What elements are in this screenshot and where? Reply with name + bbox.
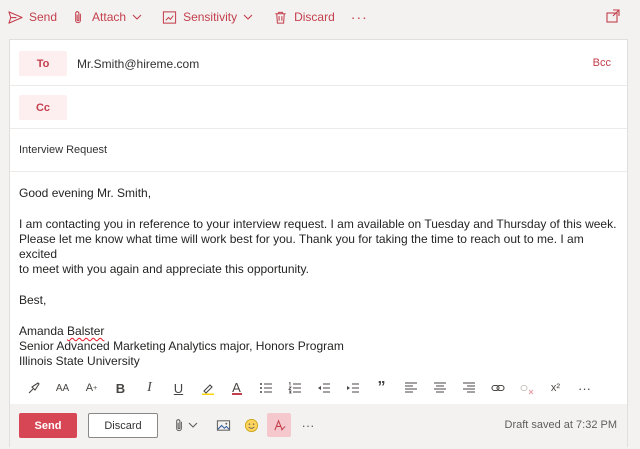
subject-field[interactable]: Interview Request — [19, 144, 107, 156]
font-size-icon: AA — [55, 382, 70, 394]
align-left-button[interactable] — [396, 374, 425, 402]
format-painter-icon — [28, 382, 40, 394]
discard-toolbar-button[interactable]: Discard — [273, 0, 335, 34]
format-text-icon — [273, 418, 285, 431]
send-icon — [8, 10, 23, 24]
to-button[interactable]: To — [19, 51, 67, 76]
bottom-action-bar: Send Discard ··· Draft saved at 7:32 PM — [10, 404, 627, 447]
font-color-icon: A — [232, 379, 241, 395]
bcc-button[interactable]: Bcc — [593, 57, 611, 69]
more-actions-button[interactable]: ··· — [299, 416, 317, 434]
underline-button[interactable]: U — [164, 374, 193, 402]
cc-row: Cc — [10, 86, 627, 129]
quote-button[interactable]: ” — [367, 374, 396, 402]
emoji-button[interactable] — [242, 416, 260, 434]
grow-font-button[interactable]: A + — [77, 374, 106, 402]
compose-card: To Mr.Smith@hireme.com Bcc Cc Interview … — [9, 39, 628, 447]
emoji-icon — [244, 418, 258, 432]
sensitivity-icon — [162, 10, 177, 24]
format-more-icon: ··· — [578, 380, 591, 396]
compose-toolbar: Send Attach Sensitivity Discard ··· — [0, 0, 640, 34]
align-center-icon — [433, 382, 446, 393]
bold-label: B — [115, 380, 126, 396]
body-greeting: Good evening Mr. Smith, — [19, 186, 152, 200]
font-color-button[interactable]: A — [222, 374, 251, 402]
chevron-down-icon — [132, 14, 142, 20]
body-line-2: Please let me know what time will work b… — [19, 232, 584, 261]
format-painter-button[interactable] — [19, 374, 48, 402]
chevron-down-icon — [188, 422, 198, 428]
body-closing: Best, — [19, 293, 47, 307]
to-row: To Mr.Smith@hireme.com Bcc — [10, 40, 627, 86]
format-toolbar: AA A + B I U A ” x² ··· — [19, 374, 609, 402]
more-options-button[interactable]: ··· — [351, 9, 368, 25]
grow-font-icon: A — [85, 382, 94, 394]
format-more-button[interactable]: ··· — [570, 374, 599, 402]
attach-file-button[interactable] — [170, 416, 188, 434]
decrease-indent-button[interactable] — [309, 374, 338, 402]
picture-icon — [216, 419, 230, 431]
numbering-button[interactable] — [280, 374, 309, 402]
discard-button[interactable]: Discard — [88, 413, 158, 438]
highlighter-icon — [201, 384, 214, 395]
bullet-list-icon — [259, 383, 272, 393]
format-text-button[interactable] — [267, 413, 291, 437]
align-right-icon — [462, 382, 475, 393]
subject-row[interactable]: Interview Request — [10, 129, 627, 172]
italic-label: I — [147, 380, 152, 395]
font-size-button[interactable]: AA — [48, 374, 77, 402]
signature-first-name: Amanda — [19, 324, 68, 338]
signature-title: Senior Advanced Marketing Analytics majo… — [19, 339, 344, 353]
sensitivity-label: Sensitivity — [183, 10, 238, 24]
popout-icon[interactable] — [606, 9, 620, 23]
signature-name: Amanda Balster — [19, 324, 619, 339]
insert-link-button[interactable] — [483, 374, 512, 402]
body-line-1: I am contacting you in reference to your… — [19, 217, 617, 231]
align-center-button[interactable] — [425, 374, 454, 402]
increase-indent-icon — [346, 383, 359, 393]
body-line-3: to meet with you again and appreciate th… — [19, 262, 309, 276]
send-toolbar-button[interactable]: Send — [8, 0, 57, 34]
sensitivity-button[interactable]: Sensitivity — [162, 0, 259, 34]
unlink-icon — [519, 384, 533, 395]
align-left-icon — [404, 382, 417, 393]
paperclip-icon — [175, 418, 182, 431]
bold-button[interactable]: B — [106, 374, 135, 402]
underline-label: U — [173, 380, 184, 396]
discard-toolbar-label: Discard — [294, 10, 335, 24]
italic-button[interactable]: I — [135, 374, 164, 402]
bullets-button[interactable] — [251, 374, 280, 402]
chevron-down-icon — [243, 14, 253, 20]
attach-button[interactable]: Attach — [71, 0, 148, 34]
to-recipient[interactable]: Mr.Smith@hireme.com — [77, 57, 199, 71]
send-toolbar-label: Send — [29, 10, 58, 24]
remove-link-button — [512, 374, 541, 402]
decrease-indent-icon — [317, 383, 330, 393]
superscript-icon: x² — [550, 382, 561, 394]
highlight-button[interactable] — [193, 374, 222, 402]
draft-status: Draft saved at 7:32 PM — [504, 419, 618, 431]
superscript-button[interactable]: x² — [541, 374, 570, 402]
numbered-list-icon — [287, 381, 301, 394]
more-actions-icon: ··· — [301, 417, 315, 433]
paperclip-icon — [75, 10, 81, 23]
send-button[interactable]: Send — [19, 413, 77, 438]
message-body[interactable]: Good evening Mr. Smith, I am contacting … — [19, 186, 619, 369]
cc-button[interactable]: Cc — [19, 95, 67, 120]
align-right-button[interactable] — [454, 374, 483, 402]
signature-school: Illinois State University — [19, 354, 140, 368]
increase-indent-button[interactable] — [338, 374, 367, 402]
attach-dropdown-button[interactable] — [187, 416, 199, 434]
link-icon — [490, 384, 505, 392]
signature-last-name: Balster — [67, 324, 105, 338]
trash-icon — [275, 11, 286, 24]
insert-picture-button[interactable] — [214, 416, 232, 434]
quote-icon: ” — [377, 379, 386, 396]
attach-label: Attach — [92, 10, 127, 24]
